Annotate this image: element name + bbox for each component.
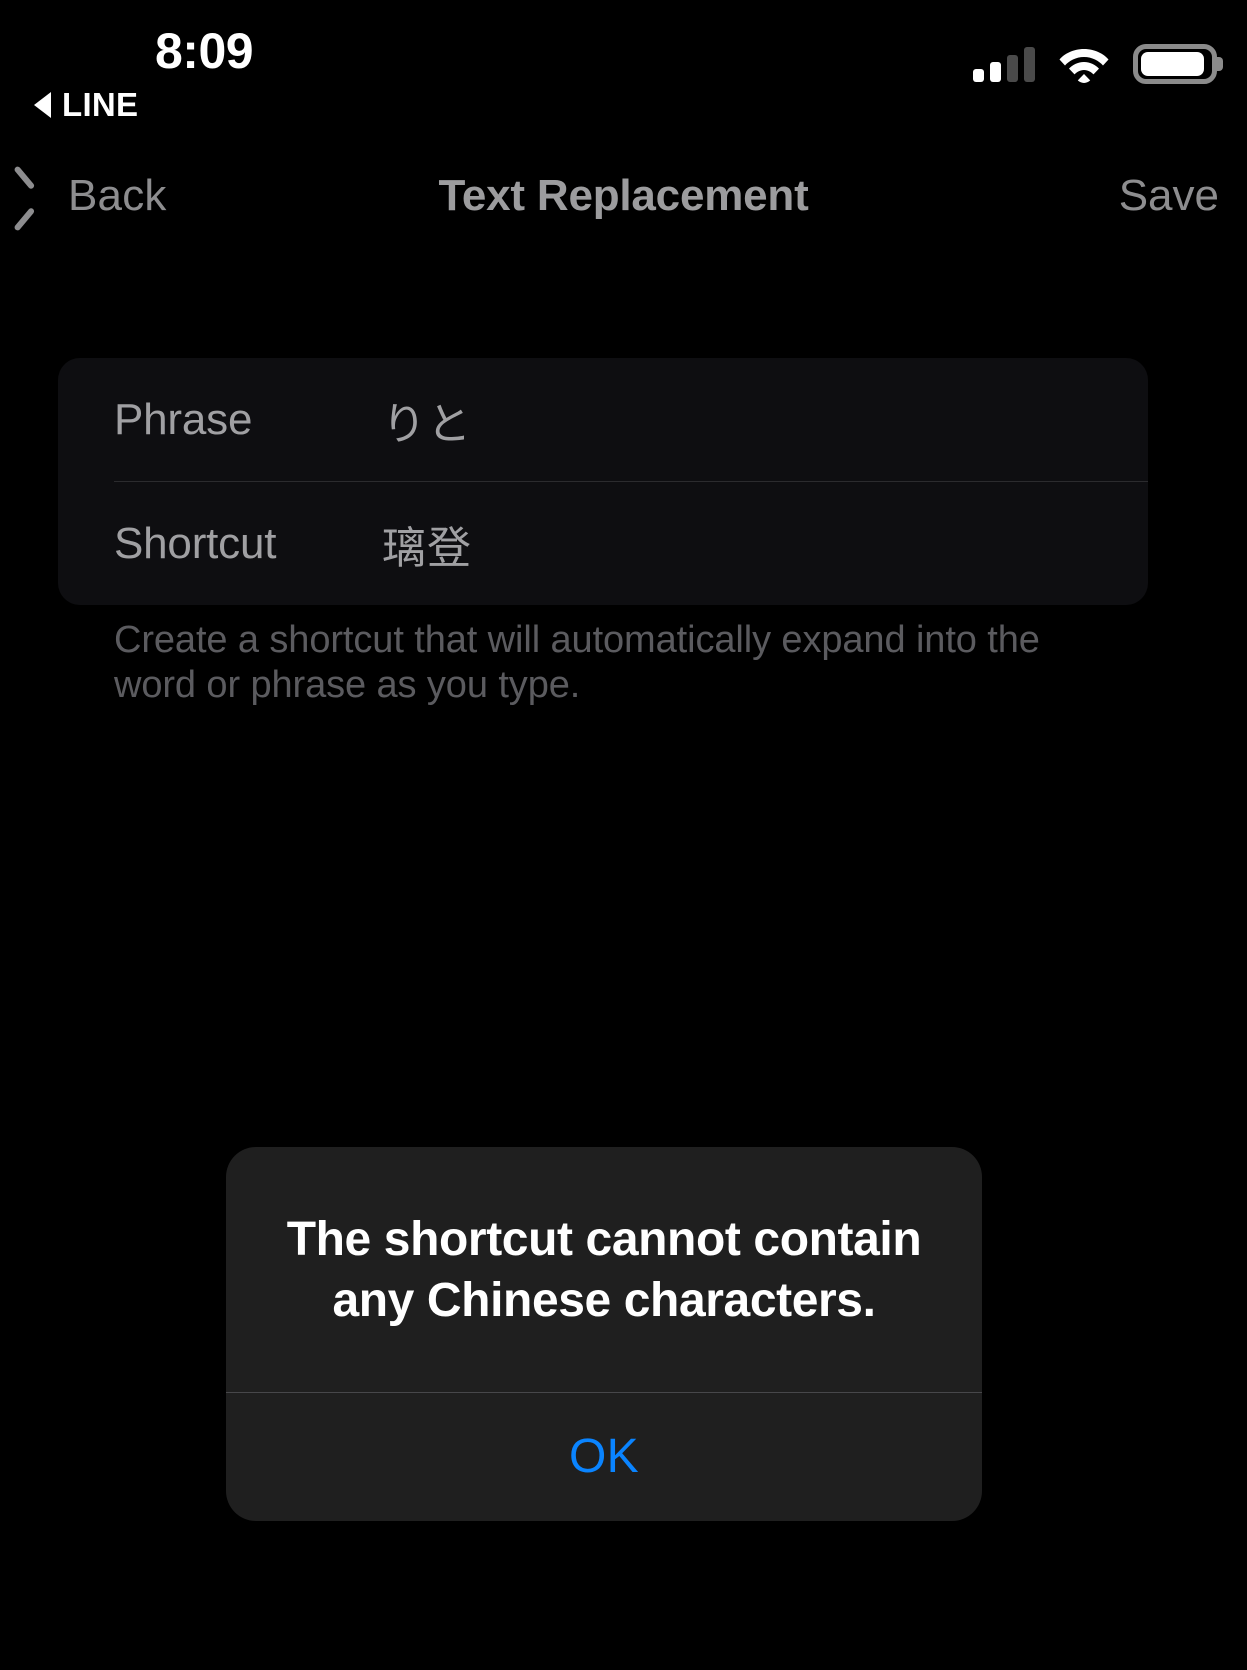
alert-body: The shortcut cannot contain any Chinese … <box>226 1147 982 1392</box>
alert-backdrop: The shortcut cannot contain any Chinese … <box>0 0 1247 1670</box>
alert-dialog: The shortcut cannot contain any Chinese … <box>226 1147 982 1521</box>
alert-ok-button[interactable]: OK <box>226 1393 982 1521</box>
alert-title: The shortcut cannot contain any Chinese … <box>286 1213 922 1328</box>
